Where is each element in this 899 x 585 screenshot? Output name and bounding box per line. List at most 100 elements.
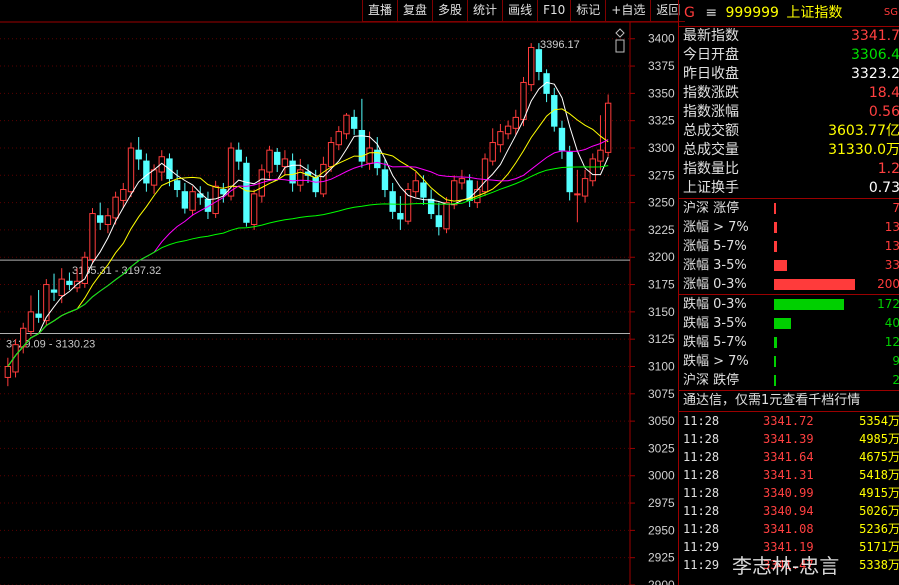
tick-time: 11:28	[683, 522, 720, 536]
candle-up	[281, 158, 289, 168]
stat-label: 最新指数	[683, 28, 739, 44]
tick-volume: 5026万	[859, 504, 899, 518]
breadth-bar	[774, 375, 776, 386]
candle-down	[66, 280, 73, 286]
toolbar-button-6[interactable]: 标记	[570, 0, 606, 22]
stats-list: 最新指数 3341.7 今日开盘 3306.4 昨日收盘 3323.2 指数涨跌 18.4 指数…	[679, 27, 899, 198]
candlestick-chart[interactable]: 3400 3375 3350 3325 3300 3275 3250 3225 3200 3175…	[0, 0, 678, 585]
tick-price: 3341.64	[763, 450, 814, 464]
tick-row: 11:28 3340.99 4915万	[679, 484, 899, 502]
candle-down	[427, 198, 435, 215]
toolbar-button-2[interactable]: 多股	[432, 0, 468, 22]
breadth-label: 沪深 跌停	[683, 373, 740, 388]
candle-down	[235, 149, 242, 162]
candle-up	[27, 311, 35, 333]
candle-up	[504, 125, 512, 135]
breadth-row: 跌幅 > 7% 9	[679, 352, 899, 371]
candle-up	[589, 158, 596, 182]
breadth-list: 沪深 涨停 7 涨幅 > 7% 13 涨幅 5-7% 13 涨幅 3-5% 33 涨幅 0-3%…	[679, 198, 899, 390]
breadth-count: 13	[884, 239, 899, 253]
y-tick-label: 2950	[648, 523, 675, 537]
candle-down	[35, 313, 42, 318]
breadth-count: 2	[892, 373, 899, 387]
tick-volume: 5338万	[859, 558, 899, 572]
y-tick-label: 3175	[648, 278, 675, 292]
stat-value: 0.56	[868, 104, 899, 120]
candle-down	[558, 127, 566, 151]
candle-up	[250, 193, 258, 225]
high-label: 3396.17	[540, 39, 580, 51]
y-tick-label: 2900	[648, 578, 675, 585]
candle-up	[266, 149, 273, 173]
stat-value: 1.2	[877, 161, 899, 177]
toolbar-button-4[interactable]: 画线	[502, 0, 538, 22]
tick-volume: 5354万	[859, 414, 899, 428]
watermark: 李志林-忠言	[732, 554, 840, 578]
candle-up	[366, 147, 373, 164]
tick-time: 11:28	[683, 468, 720, 482]
breadth-row: 涨幅 3-5% 33	[679, 256, 899, 275]
y-tick-label: 3350	[648, 86, 675, 100]
tick-time: 11:28	[683, 450, 720, 464]
breadth-bar	[774, 356, 777, 367]
market-tag: SG	[883, 7, 898, 18]
stock-name: 上证指数	[786, 5, 843, 21]
stat-row: 指数涨跌 18.4	[679, 84, 899, 103]
breadth-row: 跌幅 5-7% 12	[679, 333, 899, 352]
toolbar: 直播 复盘 多股 统计 画线 F10 标记 +自选 返回	[362, 0, 686, 22]
panel-header: G ≡ 999999 上证指数 SG	[679, 0, 899, 27]
breadth-count: 200	[877, 277, 899, 291]
candle-up	[489, 142, 496, 162]
candle-down	[535, 49, 543, 73]
breadth-row: 跌幅 0-3% 172	[679, 294, 899, 314]
toolbar-button-0[interactable]: 直播	[362, 0, 398, 22]
tick-price: 3340.94	[763, 504, 814, 518]
candle-up	[189, 191, 196, 211]
g-icon[interactable]: G	[684, 5, 695, 21]
stat-label: 总成交量	[683, 142, 739, 158]
stat-value: 3341.7	[851, 28, 899, 44]
diamond-icon	[615, 28, 625, 38]
toolbar-button-7[interactable]: +自选	[605, 0, 651, 22]
y-tick-label: 3125	[648, 332, 675, 346]
stat-row: 总成交量 31330.0万	[679, 141, 899, 160]
candle-down	[397, 213, 404, 220]
tick-time: 11:28	[683, 504, 720, 518]
toolbar-button-3[interactable]: 统计	[467, 0, 503, 22]
breadth-label: 涨幅 3-5%	[683, 258, 747, 273]
breadth-label: 涨幅 > 7%	[683, 220, 749, 235]
candle-up	[112, 196, 119, 219]
y-tick-label: 3400	[648, 32, 675, 46]
breadth-count: 9	[892, 354, 899, 368]
breadth-count: 12	[884, 335, 899, 349]
promo-banner[interactable]: 通达信，仅需1元查看千档行情	[679, 390, 899, 412]
breadth-count: 172	[877, 297, 899, 311]
candle-up	[127, 147, 135, 193]
candle-down	[143, 160, 150, 184]
toolbar-button-1[interactable]: 复盘	[397, 0, 433, 22]
toolbar-button-5[interactable]: F10	[537, 0, 571, 22]
stat-label: 昨日收盘	[683, 66, 739, 82]
stat-label: 指数量比	[683, 161, 739, 177]
breadth-label: 跌幅 > 7%	[683, 354, 749, 369]
candle-down	[389, 191, 396, 212]
candle-up	[58, 278, 65, 296]
stat-row: 昨日收盘 3323.2	[679, 65, 899, 84]
candle-down	[97, 215, 104, 223]
y-tick-label: 3200	[648, 250, 675, 264]
gap-label: 3129.09 - 3130.23	[6, 338, 95, 350]
tick-row: 11:28 3341.72 5354万	[679, 412, 899, 430]
breadth-row: 涨幅 5-7% 13	[679, 237, 899, 256]
candle-down	[381, 169, 389, 191]
stat-value: 3603.77亿	[828, 123, 899, 139]
tick-time: 11:28	[683, 432, 720, 446]
candle-up	[597, 149, 604, 162]
menu-icon[interactable]: ≡	[705, 5, 717, 21]
tick-row: 11:28 3341.64 4675万	[679, 448, 899, 466]
y-tick-label: 3000	[648, 469, 675, 483]
y-tick-label: 3225	[648, 223, 675, 237]
candle-up	[150, 169, 158, 186]
breadth-label: 跌幅 3-5%	[683, 316, 747, 331]
y-tick-label: 3300	[648, 141, 675, 155]
tick-time: 11:28	[683, 486, 720, 500]
